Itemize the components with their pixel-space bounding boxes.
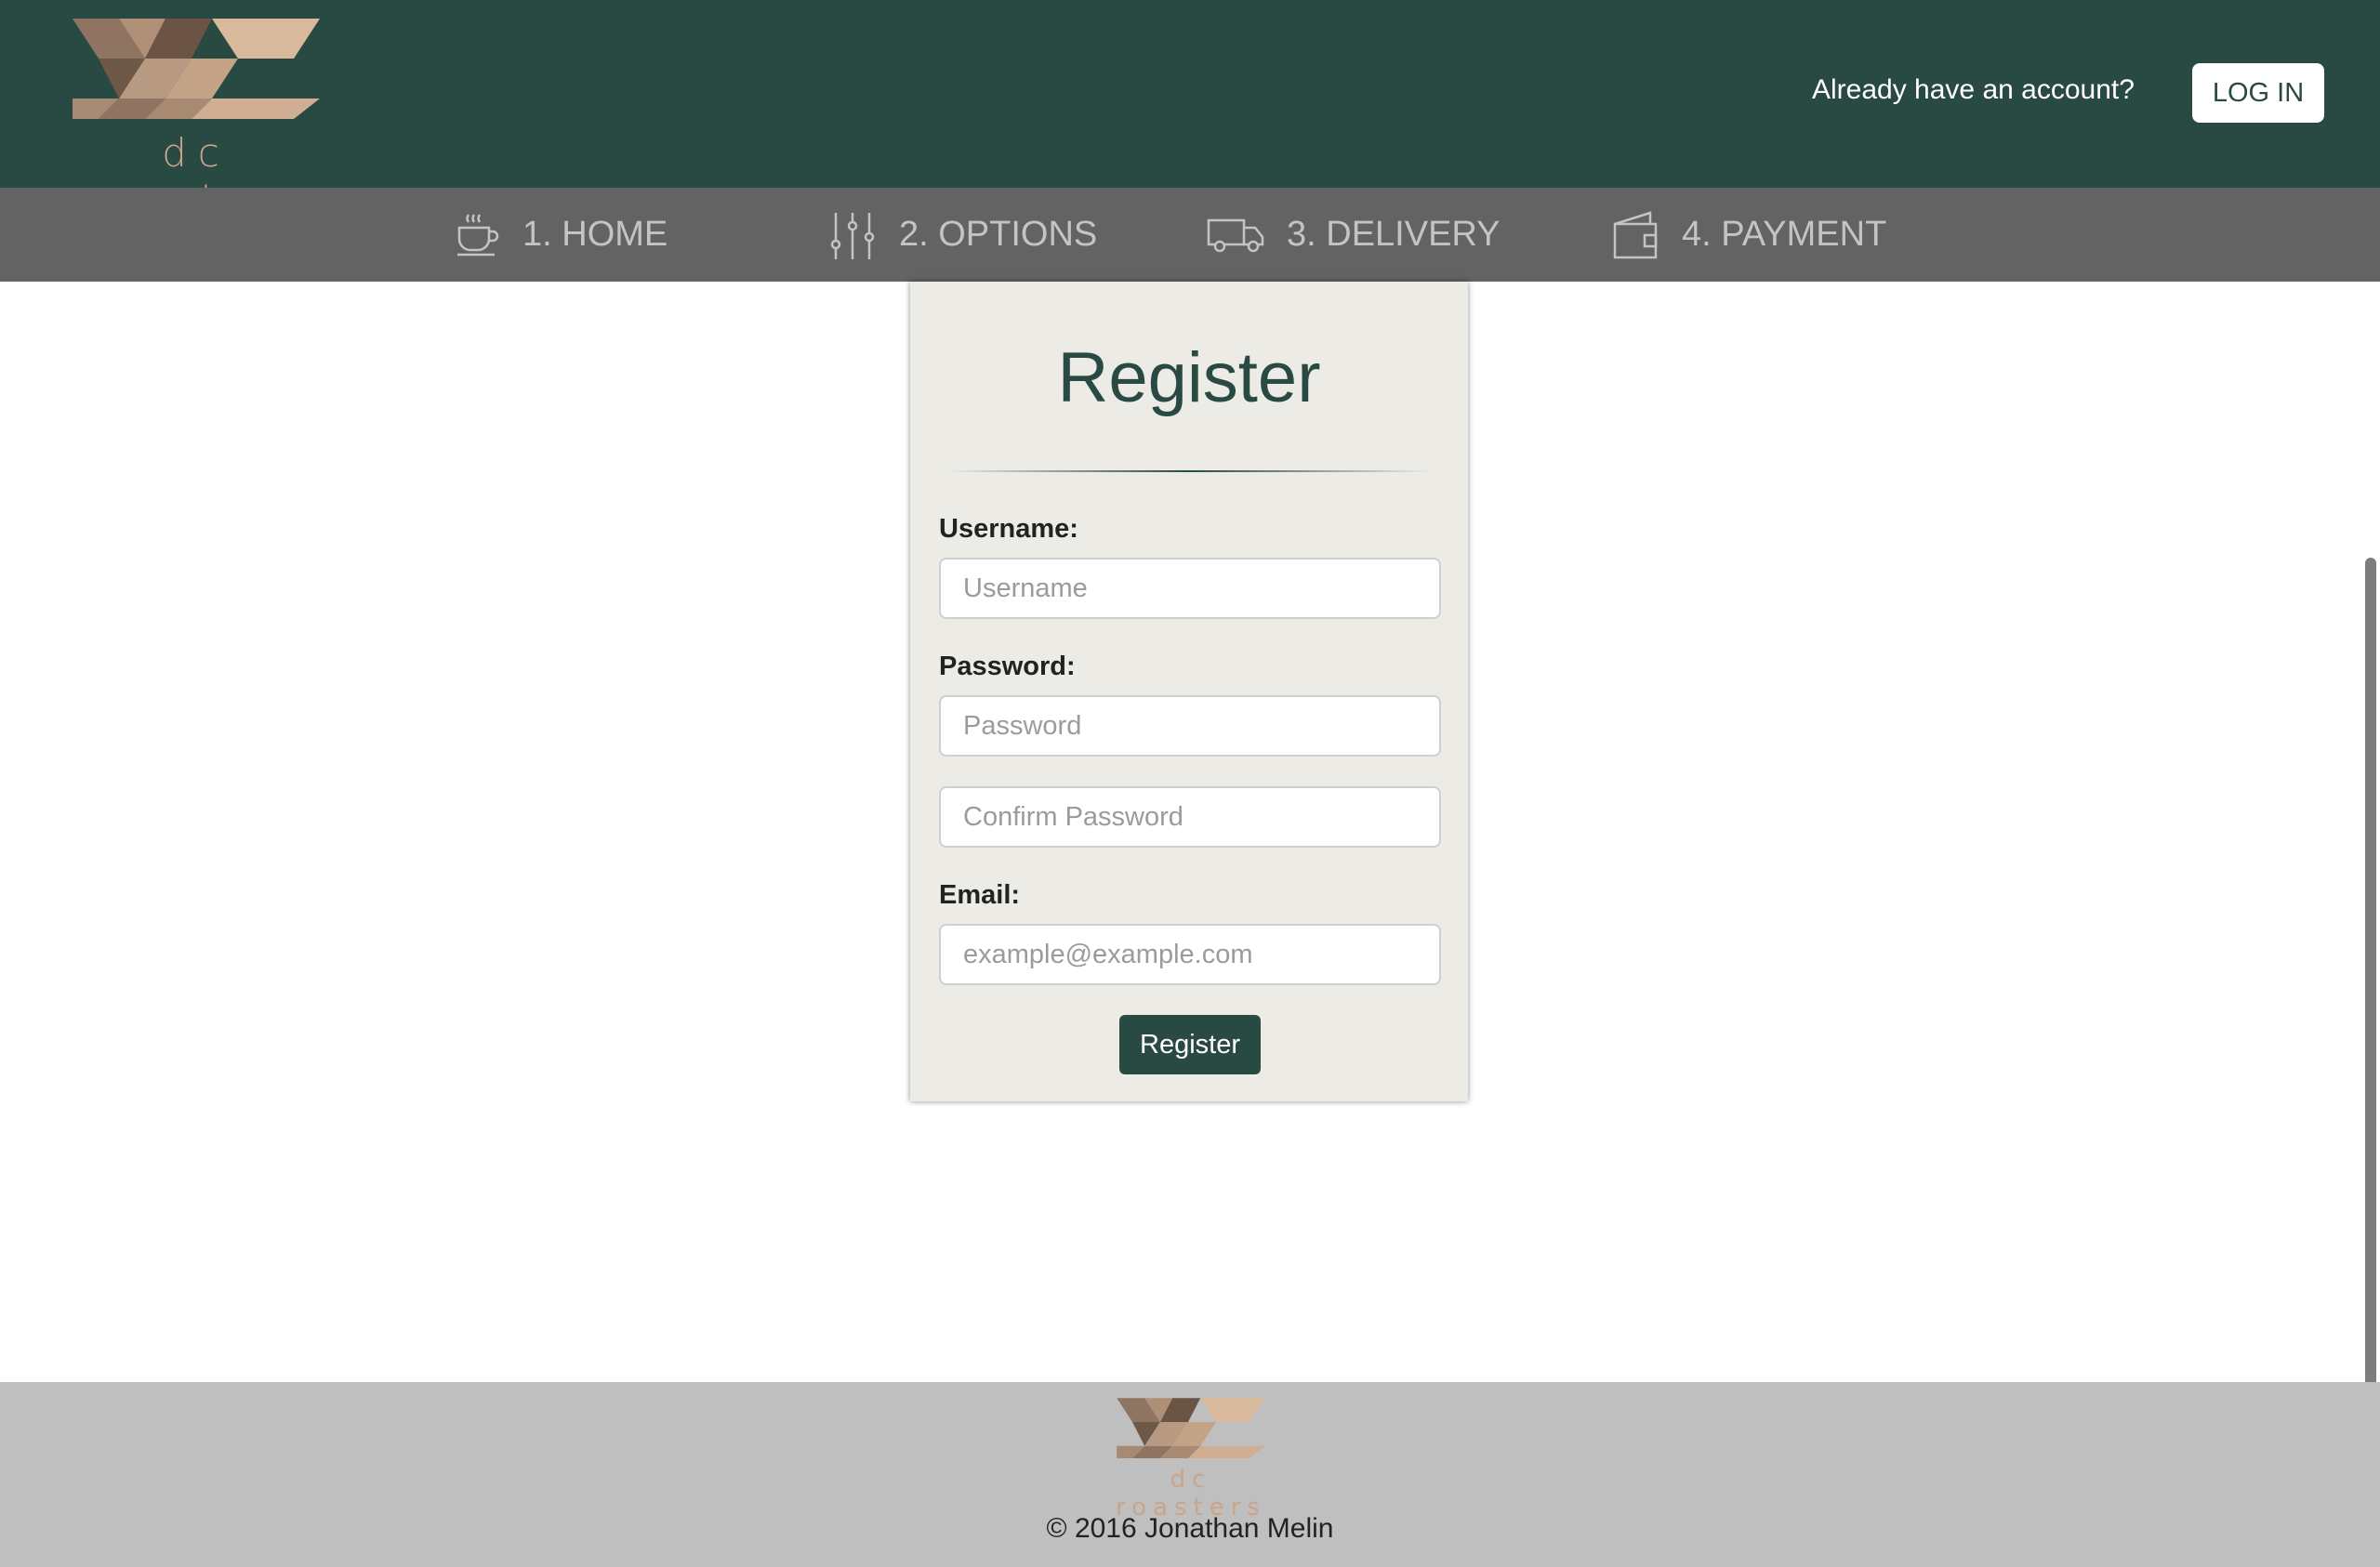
brand-logo[interactable]: dc roasters [73,17,320,221]
nav-item-home[interactable]: 1. HOME [456,188,668,282]
coffee-cup-icon [457,213,499,256]
register-card: Register Username: Password: Email: Regi… [910,282,1468,1101]
footer-logo: dc roasters [1113,1397,1269,1521]
nav-item-label: 2. OPTIONS [899,215,1098,254]
site-header: dc roasters Already have an account? LOG… [0,0,2380,221]
nav-item-options[interactable]: 2. OPTIONS [830,188,1097,282]
copyright-text: © 2016 Jonathan Melin [1046,1513,1334,1544]
login-button[interactable]: LOG IN [2192,63,2324,123]
logo-mark-icon [1117,1398,1265,1458]
truck-icon [1207,218,1264,252]
nav-item-payment[interactable]: 4. PAYMENT [1613,188,1886,282]
account-prompt: Already have an account? [1812,74,2135,105]
password-input[interactable] [939,695,1441,757]
sliders-icon [830,212,875,259]
title-divider [947,470,1431,472]
register-title: Register [1057,338,1321,417]
username-label: Username: [939,514,1078,544]
username-input[interactable] [939,558,1441,619]
nav-item-label: 4. PAYMENT [1682,215,1887,254]
confirm-password-input[interactable] [939,786,1441,848]
nav-item-delivery[interactable]: 3. DELIVERY [1207,188,1501,282]
password-label: Password: [939,652,1076,681]
email-input[interactable] [939,924,1441,985]
site-footer: dc roasters © 2016 Jonathan Melin [0,1382,2380,1567]
nav-item-label: 1. HOME [522,215,668,254]
email-label: Email: [939,880,1021,910]
logo-mark-icon [73,19,320,119]
checkout-steps-nav: 1. HOME 2. OPTIONS 3. DELIVERY 4. PAYMEN… [0,188,2380,282]
nav-item-label: 3. DELIVERY [1287,215,1501,254]
register-button[interactable]: Register [1119,1015,1261,1074]
wallet-icon [1613,210,1658,258]
